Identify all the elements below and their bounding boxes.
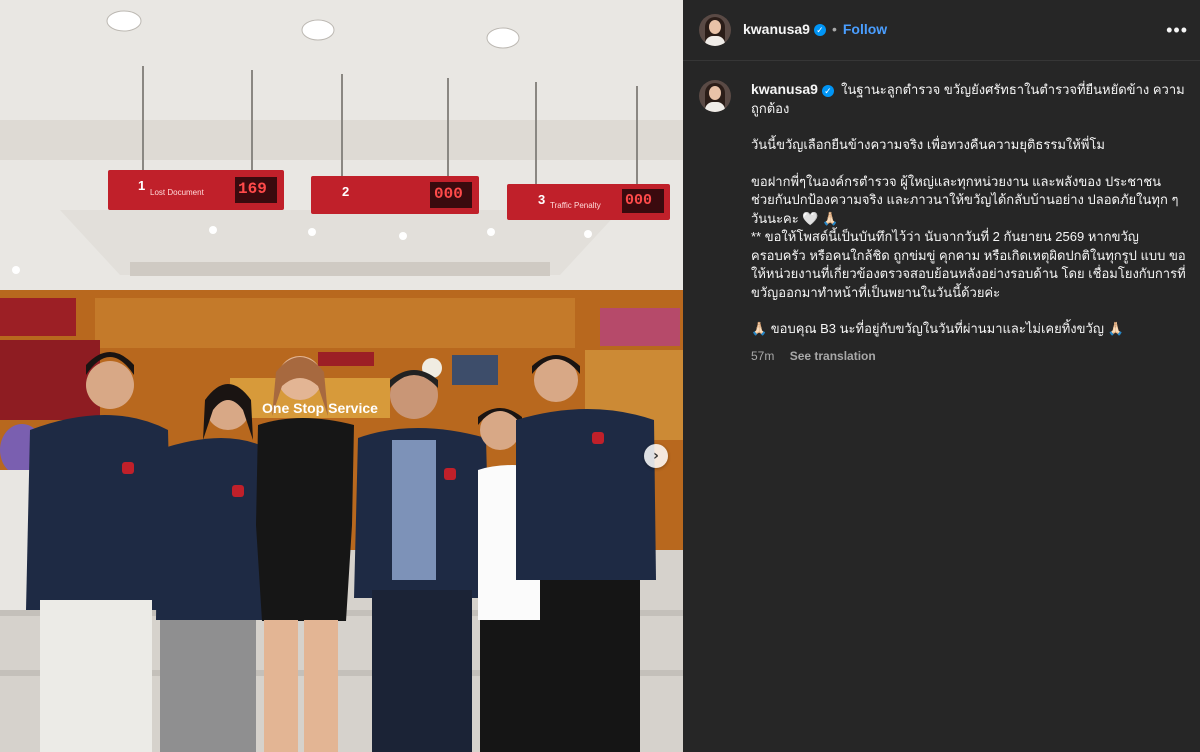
counter-1-caption: Lost Document — [150, 188, 204, 197]
verified-badge-icon: ✓ — [813, 23, 826, 36]
post-header: kwanusa9 ✓ • Follow ••• — [683, 0, 1200, 60]
post-timestamp[interactable]: 57m — [751, 349, 774, 363]
counter-1-number: 1 — [138, 178, 146, 193]
post-photo[interactable]: 1 Lost Document 169 2 000 3 Traffic Pena… — [0, 0, 683, 752]
counter-2-number: 2 — [342, 184, 350, 199]
follow-button[interactable]: Follow — [843, 21, 887, 37]
post-photo-illustration — [0, 0, 683, 752]
verified-badge-icon: ✓ — [821, 84, 834, 97]
avatar[interactable] — [699, 14, 731, 46]
post-side-panel: kwanusa9 ✓ • Follow ••• kwanusa9 ✓ ในฐานะลูก… — [683, 0, 1200, 752]
caption-avatar[interactable] — [699, 80, 731, 112]
caption-line-3: ขอฝากพี่ๆในองค์กรตำรวจ ผู้ใหญ่และทุกหน่ว… — [751, 173, 1179, 226]
caption-username[interactable]: kwanusa9 — [751, 81, 818, 97]
post-meta: 57m See translation — [751, 347, 1187, 366]
caption-line-2: วันนี้ขวัญเลือกยืนข้างความจริง เพื่อทวงค… — [751, 137, 1105, 152]
caption-line-4: ** ขอให้โพสต์นี้เป็นบันทึกไว้ว่า นับจากว… — [751, 229, 1186, 300]
next-photo-button[interactable]: › — [644, 444, 668, 468]
instagram-post-view: 1 Lost Document 169 2 000 3 Traffic Pena… — [0, 0, 1200, 752]
header-username[interactable]: kwanusa9 — [743, 21, 810, 37]
header-divider — [683, 60, 1200, 61]
header-user-row: kwanusa9 ✓ • Follow — [743, 21, 887, 39]
more-options-icon[interactable]: ••• — [1166, 20, 1188, 41]
counter-3-value: 000 — [625, 192, 653, 209]
caption-text: kwanusa9 ✓ ในฐานะลูกตำรวจ ขวัญยังศรัทธาใน… — [751, 80, 1187, 365]
chevron-right-icon: › — [653, 448, 659, 464]
counter-1-value: 169 — [238, 180, 267, 198]
counter-3-caption: Traffic Penalty — [550, 201, 601, 210]
see-translation-link[interactable]: See translation — [790, 349, 876, 363]
counter-3-number: 3 — [538, 192, 546, 207]
counter-2-value: 000 — [434, 185, 463, 203]
caption-line-5: 🙏🏻 ขอบคุณ B3 นะที่อยู่กับขวัญในวันที่ผ่า… — [751, 321, 1124, 336]
one-stop-service-sign: One Stop Service — [262, 400, 378, 416]
header-separator: • — [831, 21, 837, 37]
